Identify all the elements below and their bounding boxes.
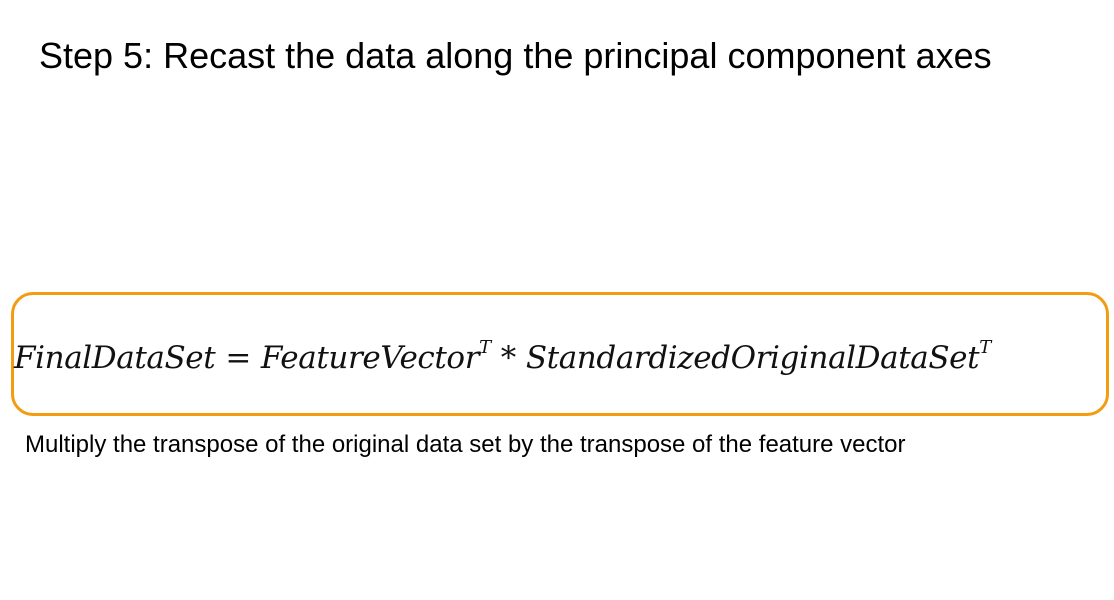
formula-transpose-superscript: T [479,336,491,358]
formula-transpose-superscript: T [979,336,991,358]
formula-standardized-dataset: StandardizedOriginalDataSet [525,340,980,376]
slide-title: Step 5: Recast the data along the princi… [39,35,992,76]
formula-equals-sign: = [225,340,251,376]
formula-multiply-operator: * [500,340,517,376]
formula-caption: Multiply the transpose of the original d… [25,431,906,458]
formula-equation: FinalDataSet = FeatureVectorT * Standardized… [14,336,991,380]
formula-feature-vector: FeatureVector [260,340,480,376]
formula-lhs: FinalDataSet [14,340,216,376]
